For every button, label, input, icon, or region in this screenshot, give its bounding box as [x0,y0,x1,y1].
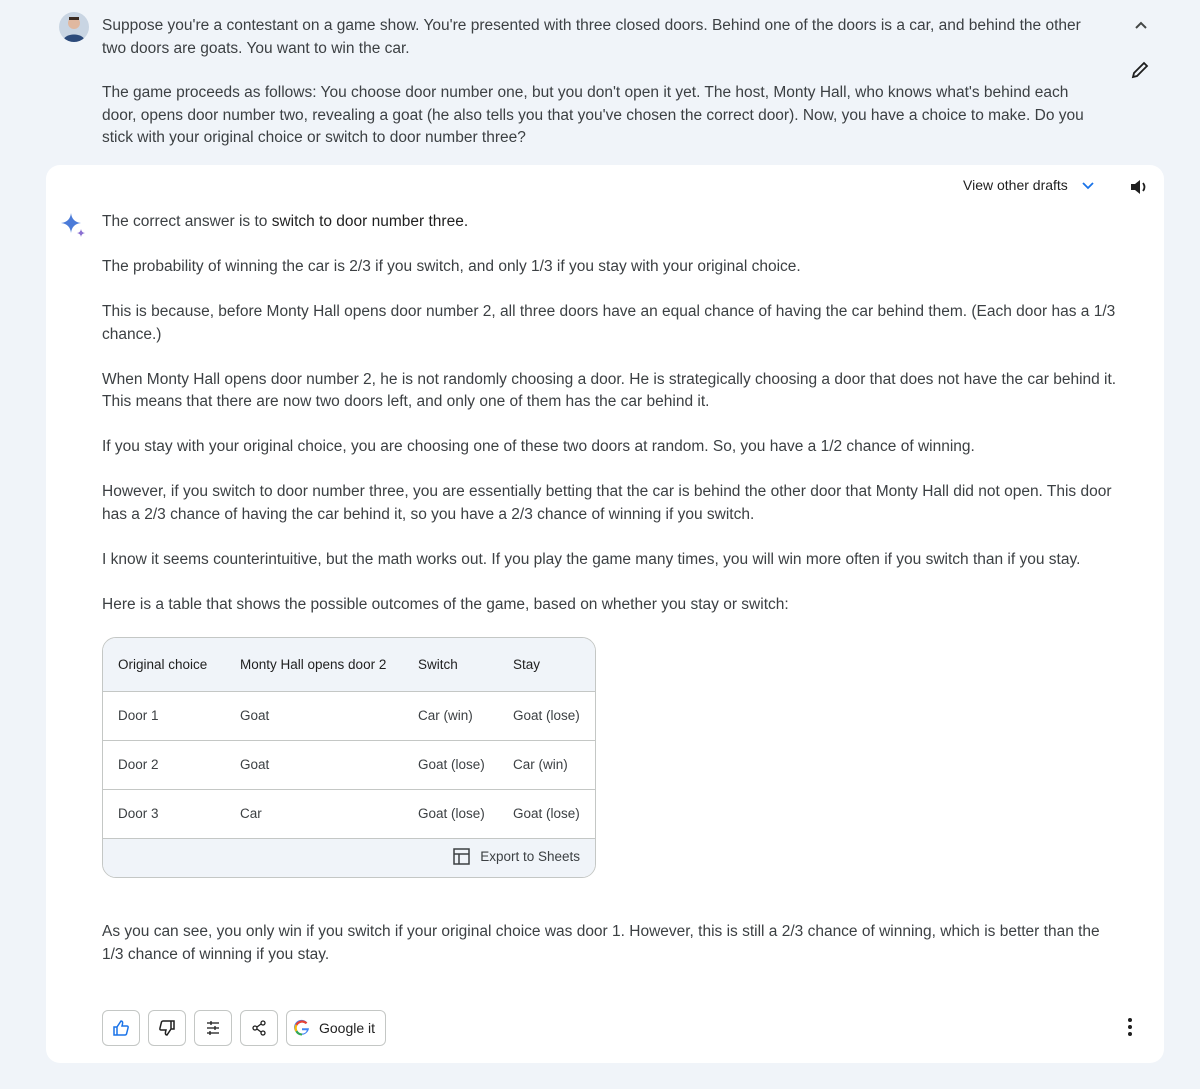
response-paragraph: Here is a table that shows the possible … [102,595,789,613]
google-it-label: Google it [319,1020,376,1036]
response-intro: The correct answer is to switch to door … [102,211,1138,234]
thumbs-down-icon [159,1020,175,1036]
table-cell: Car [240,806,262,822]
google-it-button[interactable]: Google it [286,1010,387,1046]
table-row: Door 3 Car Goat (lose) Goat (lose) [103,789,595,838]
edit-icon[interactable] [1128,58,1152,82]
thumbs-down-button[interactable] [148,1010,186,1046]
response-card: View other drafts The correct answer is … [46,165,1164,1063]
tune-icon [207,1021,219,1035]
intro-prefix: The correct answer is to [102,213,272,230]
table-cell: Goat (lose) [418,757,485,772]
user-paragraph: The game proceeds as follows: You choose… [102,84,1084,146]
response-conclusion: As you can see, you only win if you swit… [102,923,1100,963]
response-paragraph: When Monty Hall opens door number 2, he … [102,370,1117,411]
response-actions: Google it [102,1010,387,1046]
sheets-icon [453,848,470,865]
table-footer: Export to Sheets [103,838,595,877]
table-cell: Door 2 [118,757,159,772]
table-row: Door 2 Goat Goat (lose) Car (win) [103,740,595,789]
response-paragraph: However, if you switch to door number th… [102,483,1112,523]
outcome-table: Original choice Monty Hall opens door 2 … [102,637,596,878]
table-header: Original choice [103,638,240,691]
thumbs-up-icon [113,1020,129,1036]
more-options-icon[interactable] [1120,1015,1140,1039]
table-header: Stay [513,638,595,691]
table-header: Monty Hall opens door 2 [240,638,418,691]
sparkle-icon [59,211,89,241]
response-paragraph: If you stay with your original choice, y… [102,438,975,455]
user-paragraph: Suppose you're a contestant on a game sh… [102,17,1081,57]
response-text: The correct answer is to switch to door … [102,211,1138,639]
export-label: Export to Sheets [480,849,580,864]
user-avatar-icon [59,12,89,42]
table-cell: Door 1 [118,708,159,723]
google-icon [294,1019,309,1036]
table-cell: Door 3 [118,806,159,822]
user-prompt-text: Suppose you're a contestant on a game sh… [102,15,1102,150]
speaker-icon[interactable] [1128,176,1150,198]
table-header: Switch [418,638,513,691]
table-row: Door 1 Goat Car (win) Goat (lose) [103,691,595,740]
drafts-label: View other drafts [963,177,1068,193]
collapse-icon[interactable] [1130,15,1152,37]
table-cell: Car (win) [418,708,473,723]
chevron-down-icon [1082,182,1094,190]
share-icon [252,1020,266,1036]
table-header-row: Original choice Monty Hall opens door 2 … [103,638,595,691]
response-paragraph: The probability of winning the car is 2/… [102,258,801,275]
share-button[interactable] [240,1010,278,1046]
response-paragraph: I know it seems counterintuitive, but th… [102,550,1081,568]
response-paragraph: This is because, before Monty Hall opens… [102,303,1116,343]
table-cell: Car (win) [513,757,568,772]
modify-response-button[interactable] [194,1010,232,1046]
thumbs-up-button[interactable] [102,1010,140,1046]
table-cell: Goat [240,757,270,772]
table-cell: Goat (lose) [513,806,580,822]
table-cell: Goat [240,708,270,723]
user-prompt: Suppose you're a contestant on a game sh… [0,0,1200,160]
table-cell: Goat (lose) [418,806,485,822]
export-to-sheets-button[interactable]: Export to Sheets [453,848,580,865]
view-other-drafts-button[interactable]: View other drafts [963,177,1096,193]
intro-bold: switch to door number three. [271,213,469,230]
table-cell: Goat (lose) [513,708,580,723]
